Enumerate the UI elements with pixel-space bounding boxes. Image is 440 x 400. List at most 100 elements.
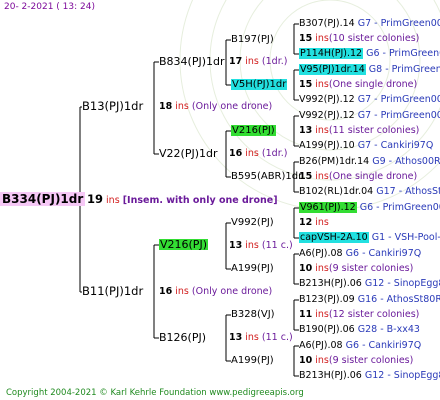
gen3-info-3: 15 ins(One single drone): [299, 172, 417, 182]
gen4-tag-3: G7 - PrimGreen00: [357, 94, 440, 105]
root-ins-label: ins: [106, 195, 120, 206]
gen3-count-0: 15: [299, 33, 313, 44]
gen4-node-3: V992(PJ).12 G7 - PrimGreen00: [299, 95, 440, 105]
gen4-node-5: A199(PJ).10 G7 - Cankiri97Q: [299, 141, 433, 151]
gen3-note-3: (One single drone): [328, 171, 418, 182]
gen3-note-0: (10 sister colonies): [328, 33, 420, 44]
gen4-node-15: B213H(PJ).06 G12 - SinopEgg86R: [299, 371, 440, 381]
gen3-ins-3: ins: [315, 171, 329, 182]
gen2-ins-0: ins: [245, 56, 259, 67]
gen4-name-1: P114H(PJ).12: [299, 48, 364, 59]
gen4-tag-14: G6 - Cankiri97Q: [345, 340, 422, 351]
gen4-tag-4: G7 - PrimGreen00: [357, 110, 440, 121]
gen3-info-2: 13 ins(11 sister colonies): [299, 126, 419, 136]
gen3-ins-0: ins: [315, 33, 329, 44]
gen2-note-1: (1dr.): [261, 148, 288, 159]
gen3-info-6: 11 ins(12 sister colonies): [299, 310, 419, 320]
gen4-name-2: V95(PJ)1dr.14: [299, 64, 366, 75]
gen1-note-1: (Only one drone): [191, 286, 273, 297]
gen3-count-3: 15: [299, 171, 313, 182]
gen4-name-14: A6(PJ).08: [299, 340, 343, 351]
gen4-node-4: V992(PJ).12 G7 - PrimGreen00: [299, 111, 440, 121]
gen3-count-1: 15: [299, 79, 313, 90]
gen4-name-8: V961(PJ).12: [299, 202, 357, 213]
gen2-info-0: 17 ins (1dr.): [229, 57, 287, 67]
gen4-tag-1: G6 - PrimGreen00: [366, 48, 440, 59]
gen3-info-7: 10 ins(9 sister colonies): [299, 356, 413, 366]
gen3-ins-2: ins: [315, 125, 329, 136]
gen1-node-0: B13(PJ)1dr: [82, 99, 144, 113]
gen2-note-0: (1dr.): [261, 56, 288, 67]
gen1-ins-1: ins: [175, 286, 189, 297]
gen4-node-14: A6(PJ).08 G6 - Cankiri97Q: [299, 341, 421, 351]
gen4-node-0: B307(PJ).14 G7 - PrimGreen00: [299, 19, 440, 29]
gen4-name-11: B213H(PJ).06: [299, 278, 362, 289]
root-info: 19 ins [Insem. with only one drone]: [87, 193, 278, 206]
gen4-tag-11: G12 - SinopEgg86R: [364, 278, 440, 289]
gen2-ins-1: ins: [245, 148, 259, 159]
gen3-ins-6: ins: [315, 309, 329, 320]
gen3-info-5: 10 ins(9 sister colonies): [299, 264, 413, 274]
gen4-tag-5: G7 - Cankiri97Q: [357, 140, 434, 151]
gen3-info-1: 15 ins(One single drone): [299, 80, 417, 90]
gen2-info-3: 13 ins (11 c.): [229, 333, 293, 343]
gen1-info-0: 18 ins (Only one drone): [159, 102, 272, 112]
gen4-name-12: B123(PJ).09: [299, 294, 355, 305]
gen3-node-label-2: V216(PJ): [231, 125, 276, 136]
gen1-node-1: B11(PJ)1dr: [82, 284, 144, 298]
gen4-tag-13: G28 - B-xx43: [357, 324, 420, 335]
gen4-tag-0: G7 - PrimGreen00: [357, 18, 440, 29]
gen4-name-7: B102(RL)1dr.04: [299, 186, 374, 197]
copyright-footer: Copyright 2004-2021 © Karl Kehrle Founda…: [6, 388, 304, 398]
gen2-count-3: 13: [229, 332, 243, 343]
gen1-count-0: 18: [159, 101, 173, 112]
gen1-count-1: 16: [159, 286, 173, 297]
gen2-node-0: B834(PJ)1dr: [159, 55, 225, 68]
gen4-name-4: V992(PJ).12: [299, 110, 355, 121]
gen2-note-2: (11 c.): [261, 240, 293, 251]
gen3-note-2: (11 sister colonies): [328, 125, 420, 136]
gen3-count-6: 11: [299, 309, 313, 320]
gen3-count-4: 12: [299, 217, 313, 228]
gen2-node-1: V22(PJ)1dr: [159, 147, 218, 160]
gen3-info-4: 12 ins: [299, 218, 329, 228]
gen4-tag-12: G16 - AthosSt80R: [357, 294, 440, 305]
gen4-name-0: B307(PJ).14: [299, 18, 355, 29]
root-note: [Insem. with only one drone]: [122, 195, 278, 206]
gen4-name-13: B190(PJ).06: [299, 324, 355, 335]
gen3-ins-1: ins: [315, 79, 329, 90]
gen4-tag-2: G8 - PrimGreen00: [368, 64, 440, 75]
gen4-node-12: B123(PJ).09 G16 - AthosSt80R: [299, 295, 440, 305]
gen4-node-10: A6(PJ).08 G6 - Cankiri97Q: [299, 249, 421, 259]
gen2-node-2: V216(PJ): [159, 238, 208, 251]
gen3-node-2: V216(PJ): [231, 125, 276, 136]
gen2-count-2: 13: [229, 240, 243, 251]
gen3-note-1: (One single drone): [328, 79, 418, 90]
date-header: 20- 2-2021 ( 13: 24): [4, 2, 95, 12]
gen3-node-4: V992(PJ): [231, 217, 274, 228]
gen2-node-3: B126(PJ): [159, 331, 207, 344]
gen4-name-15: B213H(PJ).06: [299, 370, 362, 381]
gen2-count-0: 17: [229, 56, 243, 67]
gen3-ins-7: ins: [315, 355, 329, 366]
gen4-tag-15: G12 - SinopEgg86R: [364, 370, 440, 381]
gen3-ins-5: ins: [315, 263, 329, 274]
gen4-name-6: B26(PM)1dr.14: [299, 156, 370, 167]
gen2-count-1: 16: [229, 148, 243, 159]
gen4-node-9: capVSH-2A.10 G1 - VSH-Pool-AR: [299, 232, 440, 243]
gen4-node-11: B213H(PJ).06 G12 - SinopEgg86R: [299, 279, 440, 289]
gen4-tag-9: G1 - VSH-Pool-AR: [371, 232, 440, 243]
gen3-node-1: V5H(PJ)1dr: [231, 79, 288, 90]
gen3-note-5: (9 sister colonies): [328, 263, 414, 274]
gen3-node-7: A199(PJ): [231, 355, 274, 366]
gen2-info-1: 16 ins (1dr.): [229, 149, 287, 159]
gen3-node-3: B595(ABR)1dr: [231, 171, 303, 182]
gen4-name-9: capVSH-2A.10: [299, 232, 369, 243]
gen1-note-0: (Only one drone): [191, 101, 273, 112]
gen4-name-5: A199(PJ).10: [299, 140, 355, 151]
gen4-tag-6: G9 - Athos00R: [372, 156, 440, 167]
gen4-node-8: V961(PJ).12 G6 - PrimGreen00: [299, 202, 440, 213]
gen3-node-5: A199(PJ): [231, 263, 274, 274]
gen4-node-6: B26(PM)1dr.14 G9 - Athos00R: [299, 157, 440, 167]
gen3-note-7: (9 sister colonies): [328, 355, 414, 366]
